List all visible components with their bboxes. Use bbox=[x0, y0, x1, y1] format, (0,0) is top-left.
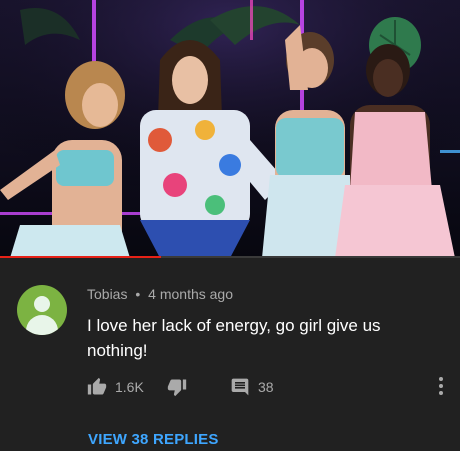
video-thumbnail[interactable] bbox=[0, 0, 460, 258]
menu-dot bbox=[439, 377, 443, 381]
comment-time[interactable]: 4 months ago bbox=[148, 286, 233, 302]
comment-meta: Tobias • 4 months ago bbox=[87, 286, 233, 302]
dislike-button[interactable] bbox=[167, 376, 187, 398]
avatar-shoulders bbox=[26, 315, 58, 335]
video-progress-fill bbox=[0, 256, 161, 258]
comment: Tobias • 4 months ago I love her lack of… bbox=[0, 259, 460, 451]
menu-dot bbox=[439, 391, 443, 395]
comment-text: I love her lack of energy, go girl give … bbox=[87, 316, 381, 360]
avatar[interactable] bbox=[17, 285, 67, 335]
reply-button[interactable]: 38 bbox=[230, 376, 274, 398]
comment-author[interactable]: Tobias bbox=[87, 286, 127, 302]
avatar-head bbox=[34, 296, 50, 312]
like-count: 1.6K bbox=[115, 379, 144, 395]
like-button[interactable]: 1.6K bbox=[87, 376, 144, 398]
thumbs-down-icon bbox=[167, 379, 187, 397]
meta-separator: • bbox=[135, 286, 141, 302]
view-replies-link[interactable]: VIEW 38 REPLIES bbox=[88, 431, 219, 448]
video-progress-bar[interactable] bbox=[0, 256, 460, 258]
comment-icon bbox=[231, 378, 249, 396]
more-vert-icon[interactable] bbox=[434, 375, 448, 397]
thumbs-up-icon bbox=[87, 377, 107, 395]
menu-dot bbox=[439, 384, 443, 388]
reply-count: 38 bbox=[258, 379, 274, 395]
video-frame-image bbox=[0, 0, 460, 258]
comment-screenshot: Tobias • 4 months ago I love her lack of… bbox=[0, 0, 460, 451]
